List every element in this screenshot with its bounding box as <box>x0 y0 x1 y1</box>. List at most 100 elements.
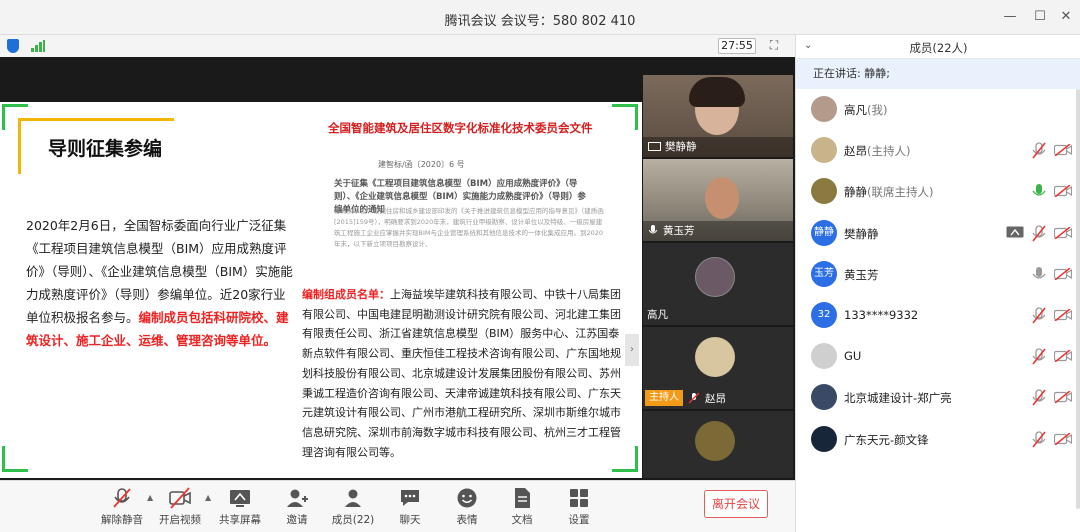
members-names: 上海益埃毕建筑科技有限公司、中铁十八局集团有限公司、中国电建昆明勘测设计研究院有… <box>302 288 621 459</box>
microphone-muted-icon[interactable] <box>1032 307 1046 324</box>
documents-label: 文档 <box>511 514 533 526</box>
unmute-button[interactable]: 解除静音 <box>92 487 152 527</box>
network-signal-icon[interactable] <box>31 40 45 52</box>
invite-button[interactable]: 邀请 <box>267 487 327 527</box>
camera-off-icon[interactable] <box>1054 226 1072 239</box>
avatar: 静静 <box>811 219 837 246</box>
frame-corner <box>2 446 28 472</box>
microphone-icon[interactable] <box>1032 183 1046 200</box>
microphone-icon[interactable] <box>1032 266 1046 283</box>
camera-off-icon[interactable] <box>1054 144 1072 157</box>
member-name-text: 高凡 <box>844 103 867 117</box>
member-name-text: 133****9332 <box>844 308 919 322</box>
avatar <box>811 137 837 164</box>
camera-off-icon <box>169 487 191 509</box>
start-video-label: 开启视频 <box>159 514 201 526</box>
member-row[interactable]: 高凡(我) <box>796 89 1080 129</box>
member-row[interactable]: 玉芳 黄玉芳 <box>796 254 1080 294</box>
microphone-muted-icon[interactable] <box>1032 142 1046 159</box>
member-row[interactable]: 北京城建设计-郑广亮 <box>796 377 1080 417</box>
members-label: 成员(22) <box>331 514 375 526</box>
close-button[interactable]: ✕ <box>1056 7 1076 27</box>
leave-meeting-button[interactable]: 离开会议 <box>704 490 768 518</box>
settings-button[interactable]: 设置 <box>549 487 609 527</box>
member-name-text: 静静 <box>844 185 867 200</box>
member-name: 133****9332 <box>844 308 918 322</box>
member-name: 黄玉芳 <box>844 267 879 283</box>
window-title: 腾讯会议 会议号：580 802 410 <box>444 14 636 29</box>
tile-name: 赵昂 <box>705 393 726 405</box>
member-role: (联席主持人) <box>867 185 934 200</box>
members-icon <box>345 489 361 507</box>
members-panel-title: 成员(22人) <box>909 41 968 55</box>
chat-button[interactable]: 聊天 <box>380 487 440 527</box>
members-panel: ⌄ 成员(22人) 正在讲话: 静静; 高凡(我) 赵昂(主持人) 静静(联席主持人… <box>795 35 1080 532</box>
expand-arrow-icon[interactable]: › <box>625 334 639 366</box>
member-row[interactable]: GU <box>796 336 1080 376</box>
camera-off-icon[interactable] <box>1054 185 1072 198</box>
meeting-timer: 27:55 <box>718 38 756 54</box>
host-badge: 主持人 <box>645 390 683 406</box>
microphone-muted-icon <box>113 488 131 508</box>
security-shield-icon[interactable] <box>7 39 19 53</box>
member-list-scrollbar[interactable] <box>1076 89 1080 509</box>
participant-avatar <box>695 257 735 297</box>
minimize-button[interactable]: — <box>1000 7 1020 27</box>
camera-off-icon[interactable] <box>1054 432 1072 445</box>
participant-avatar <box>695 337 735 377</box>
microphone-muted-icon[interactable] <box>1032 389 1046 406</box>
avatar: 玉芳 <box>811 260 837 287</box>
frame-corner <box>612 104 638 130</box>
emoji-icon <box>457 488 477 508</box>
microphone-muted-icon[interactable] <box>1032 348 1046 365</box>
emoji-button[interactable]: 表情 <box>437 487 497 527</box>
avatar <box>811 384 837 411</box>
member-name-text: 黄玉芳 <box>844 267 879 282</box>
microphone-muted-icon[interactable] <box>1032 430 1046 448</box>
member-row[interactable]: 赵昂(主持人) <box>796 130 1080 170</box>
video-tile[interactable]: 主持人 赵昂 <box>643 327 793 409</box>
member-row[interactable]: 广东天元-颜文锋 <box>796 419 1080 459</box>
slide-title: 导则征集参编 <box>48 138 163 160</box>
member-name: 高凡(我) <box>844 102 887 118</box>
documents-button[interactable]: 文档 <box>492 487 552 527</box>
microphone-muted-icon[interactable] <box>1032 224 1046 242</box>
shared-screen: 导则征集参编 2020年2月6日，全国智标委面向行业广泛征集《工程项目建筑信息模… <box>0 102 642 478</box>
slide-paragraph: 2020年2月6日，全国智标委面向行业广泛征集《工程项目建筑信息模型（BIM）应… <box>26 214 298 352</box>
start-video-button[interactable]: 开启视频 <box>150 487 210 527</box>
member-name: GU <box>844 349 861 363</box>
avatar <box>811 343 837 370</box>
member-role: (主持人) <box>867 144 911 159</box>
microphone-icon <box>649 225 657 234</box>
members-list-text: 编制组成员名单：上海益埃毕建筑科技有限公司、中铁十八局集团有限公司、中国电建昆明… <box>302 285 626 462</box>
camera-off-icon[interactable] <box>1054 267 1072 280</box>
member-role: (我) <box>867 103 888 117</box>
tile-name: 黄玉芳 <box>663 225 695 237</box>
video-tile[interactable]: 高凡 <box>643 243 793 325</box>
member-row[interactable]: 32 133****9332 <box>796 295 1080 335</box>
member-name: 赵昂(主持人) <box>844 143 910 159</box>
emoji-label: 表情 <box>456 514 478 526</box>
tile-name: 高凡 <box>647 309 668 321</box>
avatar <box>811 425 837 452</box>
document-number: 建智标/函〔2020〕6 号 <box>378 160 465 169</box>
chat-icon <box>401 490 419 506</box>
document-header: 全国智能建筑及居住区数字化标准化技术委员会文件 <box>328 121 593 135</box>
fullscreen-icon[interactable]: ⛶ <box>766 38 782 54</box>
document-text: 各有关单位：根据住房和城乡建设部印发的《关于推进建筑信息模型应用的指导意见》（建… <box>334 207 604 248</box>
video-tile[interactable]: 黄玉芳 <box>643 159 793 241</box>
status-strip: 27:55 ⛶ <box>0 35 795 57</box>
camera-off-icon[interactable] <box>1054 391 1072 404</box>
camera-off-icon[interactable] <box>1054 309 1072 321</box>
video-tile[interactable] <box>643 411 793 478</box>
members-button[interactable]: 成员(22) <box>323 487 383 527</box>
video-tile[interactable]: 樊静静 <box>643 75 793 157</box>
member-row[interactable]: 静静(联席主持人) <box>796 171 1080 211</box>
camera-off-icon[interactable] <box>1054 350 1072 363</box>
member-name-text: GU <box>844 349 862 364</box>
share-screen-button[interactable]: 共享屏幕 <box>210 487 270 527</box>
member-name: 北京城建设计-郑广亮 <box>844 390 952 406</box>
members-label: 编制组成员名单： <box>302 288 390 301</box>
maximize-button[interactable]: ☐ <box>1030 7 1050 27</box>
member-row[interactable]: 静静 樊静静 <box>796 213 1080 253</box>
